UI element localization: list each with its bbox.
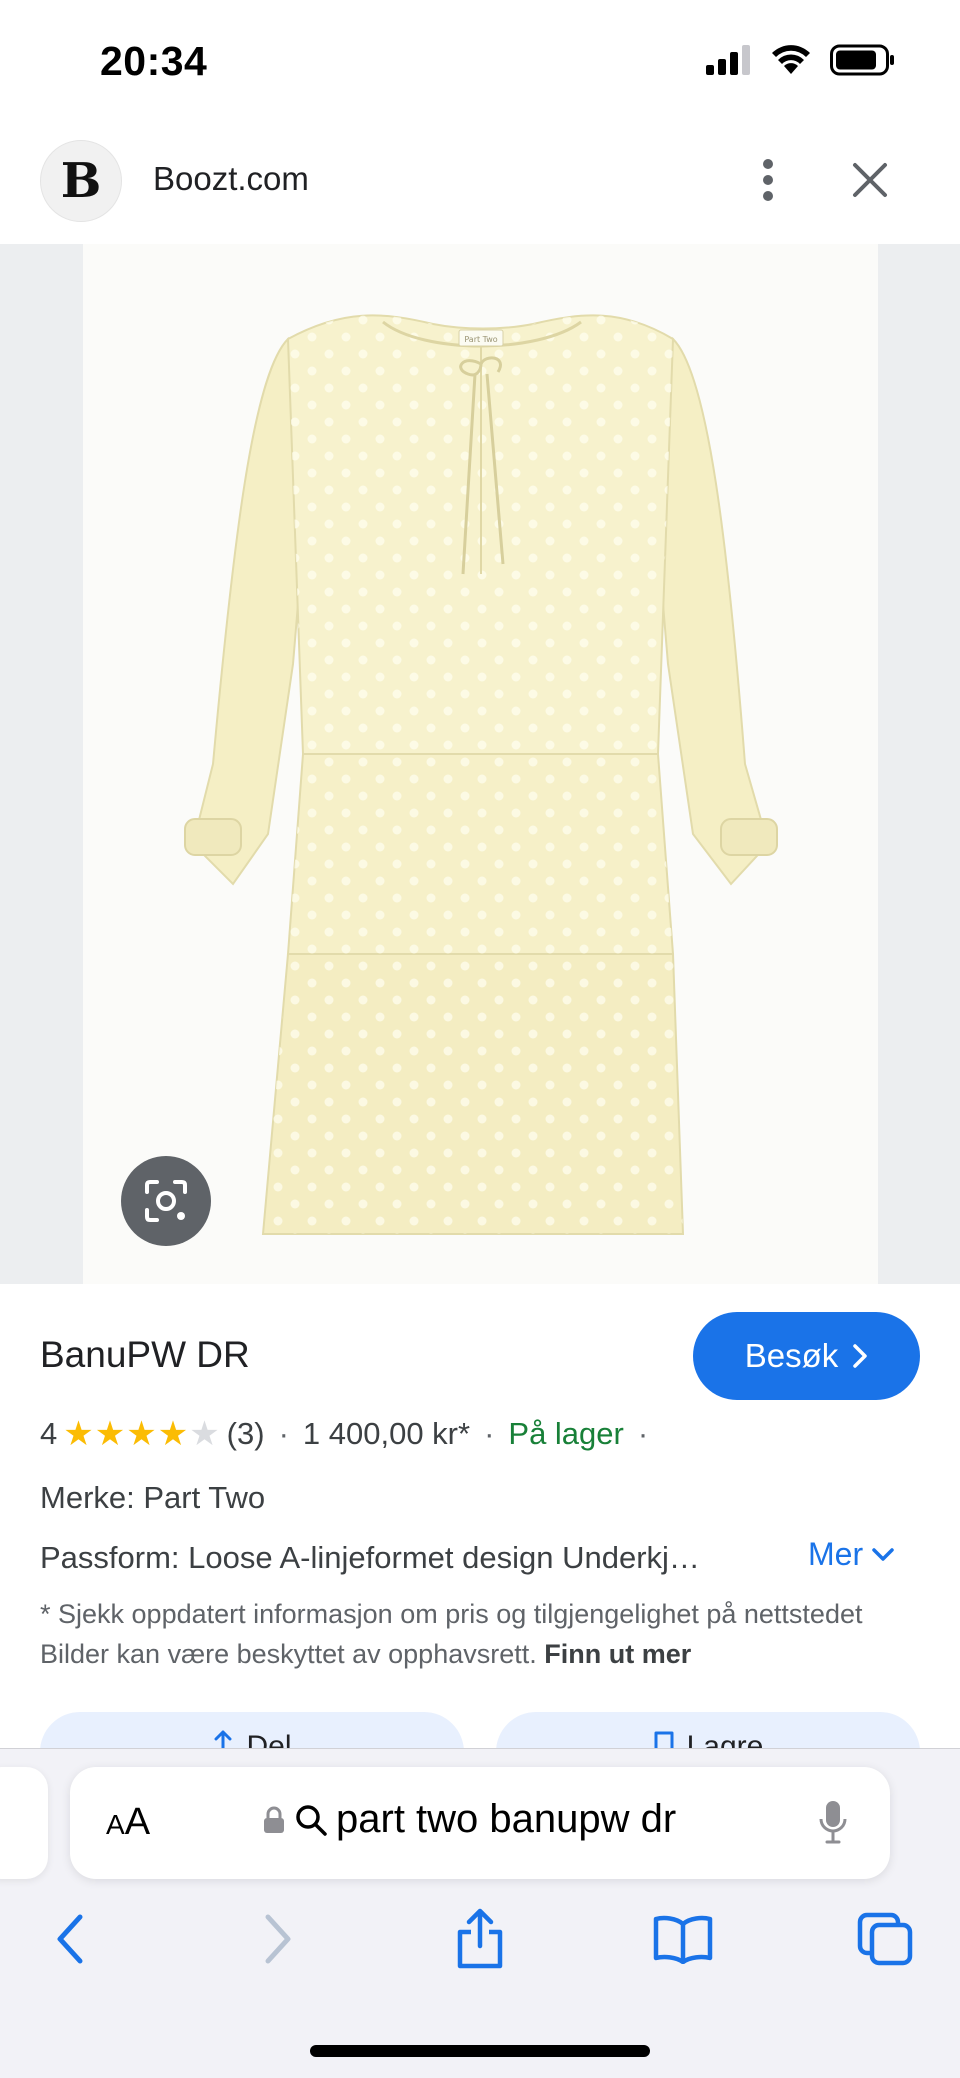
product-image[interactable]: Part Two (83, 244, 878, 1284)
search-icon (296, 1804, 327, 1836)
microphone-icon (819, 1801, 847, 1844)
product-info-card: BanuPW DR Besøk 4 ★ ★ ★ ★ ★ (3) · 1 400,00 k… (0, 1284, 960, 1744)
address-bar[interactable]: AA part two banupw dr (70, 1767, 890, 1879)
share-page-button[interactable] (440, 1899, 520, 1979)
fit-info: Passform: Loose A-linjeformet design Und… (40, 1540, 700, 1575)
more-button-label: Mer (808, 1536, 864, 1572)
star-filled-icon: ★ (126, 1415, 158, 1453)
star-filled-icon: ★ (63, 1415, 95, 1453)
text-size-small-a: A (106, 1809, 125, 1840)
home-indicator (310, 2045, 650, 2057)
star-filled-icon: ★ (157, 1415, 190, 1453)
share-icon (457, 1908, 503, 1969)
product-image-area: Part Two (0, 244, 960, 1284)
tabs-button[interactable] (845, 1899, 925, 1979)
separator-dot: · (278, 1416, 289, 1451)
disclaimer-text: * Sjekk oppdatert informasjon om pris og… (40, 1599, 863, 1669)
dress-label-text: Part Two (464, 335, 497, 344)
lens-camera-icon (145, 1180, 187, 1222)
bookmarks-button[interactable] (643, 1899, 723, 1979)
book-icon (653, 1915, 713, 1964)
previous-tab-peek[interactable] (0, 1767, 48, 1879)
close-button[interactable] (842, 152, 898, 208)
site-logo[interactable]: B (40, 140, 122, 222)
separator-dot: · (637, 1416, 649, 1451)
close-icon (853, 163, 887, 197)
chevron-right-icon (853, 1344, 868, 1368)
browser-toolbar: AA part two banupw dr (0, 1748, 960, 2078)
voice-search-button[interactable] (818, 1799, 848, 1850)
site-header: B Boozt.com (0, 126, 960, 244)
site-name[interactable]: Boozt.com (153, 160, 309, 198)
more-options-button[interactable] (740, 152, 796, 208)
url-display[interactable]: part two banupw dr (262, 1797, 676, 1842)
chevron-right-icon (265, 1914, 291, 1964)
back-button[interactable] (30, 1899, 110, 1979)
battery-icon (830, 44, 894, 76)
status-icons (706, 44, 896, 76)
star-empty-icon: ★ (189, 1415, 221, 1453)
visit-button-label: Besøk (744, 1337, 839, 1374)
cellular-signal-icon (706, 45, 750, 75)
status-bar: 20:34 (0, 0, 960, 126)
text-size-button[interactable]: AA (106, 1801, 150, 1844)
learn-more-link[interactable]: Finn ut mer (544, 1639, 691, 1669)
visit-button[interactable]: Besøk (693, 1312, 920, 1400)
tabs-icon (857, 1912, 913, 1966)
price-disclaimer: * Sjekk oppdatert informasjon om pris og… (40, 1594, 920, 1674)
stock-status: På lager (508, 1416, 624, 1451)
product-title: BanuPW DR (40, 1334, 250, 1375)
navigation-row (0, 1899, 960, 1989)
wifi-icon (772, 45, 810, 74)
url-query-text: part two banupw dr (336, 1797, 677, 1841)
dress-image: Part Two (184, 314, 778, 1235)
vertical-dots-icon (763, 159, 773, 201)
chevron-left-icon (57, 1914, 83, 1964)
more-button[interactable]: Mer (808, 1536, 895, 1573)
star-filled-icon: ★ (94, 1415, 127, 1453)
lock-icon (264, 1806, 284, 1833)
rating-row: 4 ★ ★ ★ ★ ★ (3) · 1 400,00 kr* · På lager · (40, 1416, 662, 1452)
status-time: 20:34 (100, 38, 208, 84)
rating-value: 4 (40, 1416, 58, 1451)
text-size-large-a: A (124, 1801, 151, 1843)
rating-stars: ★ ★ ★ ★ ★ (63, 1417, 220, 1451)
chevron-down-icon (872, 1547, 894, 1561)
lens-search-button[interactable] (121, 1156, 211, 1246)
brand-info: Merke: Part Two (40, 1480, 266, 1515)
review-count[interactable]: (3) (227, 1416, 265, 1452)
separator-dot: · (484, 1416, 495, 1451)
forward-button[interactable] (238, 1899, 318, 1979)
product-price: 1 400,00 kr* (302, 1416, 471, 1451)
